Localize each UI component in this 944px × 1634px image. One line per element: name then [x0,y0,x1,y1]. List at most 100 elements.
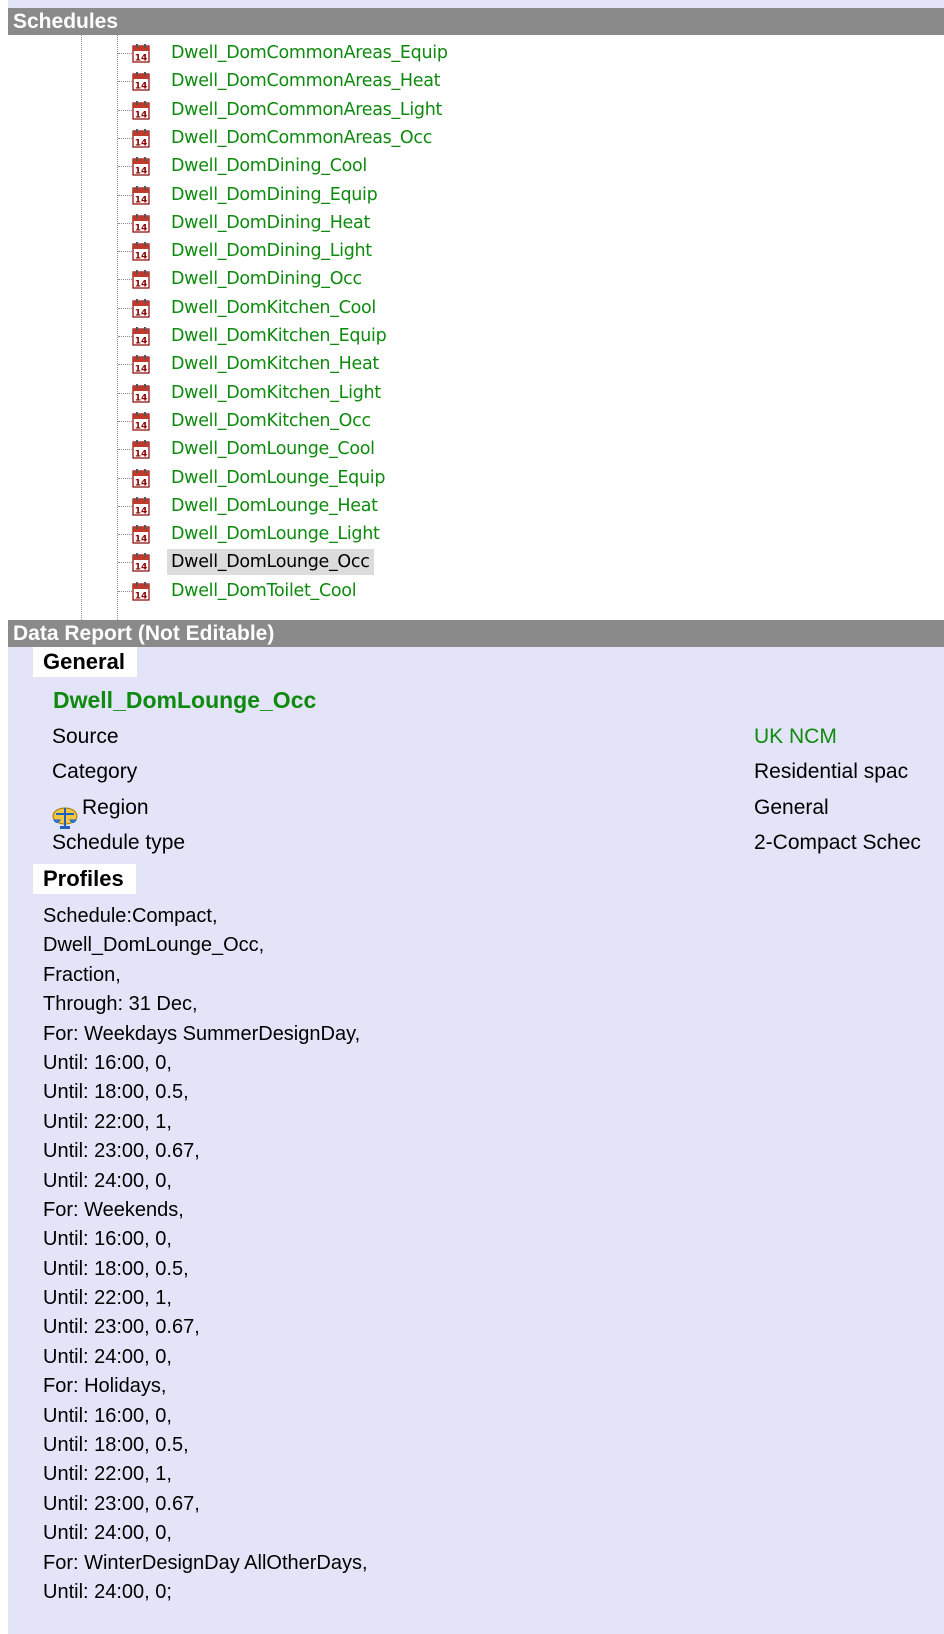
profile-line: Until: 24:00, 0, [43,1522,172,1545]
source-value[interactable]: UK NCM [754,725,837,749]
tree-item[interactable]: 14 Dwell_DomKitchen_Occ [8,407,944,436]
svg-text:14: 14 [135,167,148,177]
tree-connector [118,166,132,168]
schedules-tree[interactable]: 14 Dwell_DomCommonAreas_Equip 14 Dwell_DomC… [8,35,944,620]
tree-item[interactable]: 14 Dwell_DomCommonAreas_Equip [8,39,944,68]
tree-item[interactable]: 14 Dwell_DomLounge_Light [8,520,944,549]
calendar-14-icon: 14 [132,327,150,346]
tree-connector [118,534,132,536]
profile-line: Through: 31 Dec, [43,993,198,1016]
tree-connector [118,562,132,564]
region-scale-icon [52,807,78,829]
profile-line: For: Weekdays SummerDesignDay, [43,1022,361,1045]
calendar-14-icon: 14 [132,242,150,261]
tree-item-label[interactable]: Dwell_DomDining_Light [167,238,376,264]
region-label: Region [82,796,149,819]
profiles-section-heading: Profiles [33,864,136,894]
svg-text:14: 14 [135,506,148,516]
svg-text:14: 14 [135,450,148,460]
tree-item-label[interactable]: Dwell_DomDining_Heat [167,210,374,236]
calendar-14-icon: 14 [132,298,150,318]
category-label: Category [52,760,138,783]
tree-item[interactable]: 14 Dwell_DomLounge_Equip [8,464,944,493]
tree-item[interactable]: 14 Dwell_DomLounge_Heat [8,492,944,521]
svg-text:14: 14 [135,223,148,233]
svg-text:14: 14 [135,365,148,375]
tree-item[interactable]: 14 Dwell_DomCommonAreas_Occ [8,124,944,153]
tree-item[interactable]: 14 Dwell_DomDining_Heat [8,209,944,238]
tree-item[interactable]: 14 Dwell_DomLounge_Occ [8,548,944,577]
tree-connector [118,420,132,422]
tree-item-label[interactable]: Dwell_DomCommonAreas_Light [167,97,446,123]
tree-connector [118,194,132,196]
calendar-14-icon: 14 [132,213,150,233]
calendar-14-icon: 14 [132,100,150,120]
profile-line: Until: 18:00, 0.5, [43,1257,189,1280]
tree-item-label[interactable]: Dwell_DomLounge_Cool [167,436,379,462]
calendar-14-icon: 14 [132,383,150,403]
tree-item-label[interactable]: Dwell_DomCommonAreas_Occ [167,125,436,151]
source-label: Source [52,725,119,748]
tree-item[interactable]: 14 Dwell_DomCommonAreas_Light [8,96,944,125]
tree-item[interactable]: 14 Dwell_DomDining_Equip [8,181,944,210]
tree-item[interactable]: 14 Dwell_DomDining_Cool [8,152,944,181]
tree-item[interactable]: 14 Dwell_DomCommonAreas_Heat [8,67,944,96]
svg-text:14: 14 [135,337,148,347]
calendar-14-icon: 14 [132,128,150,148]
profile-line: For: Holidays, [43,1375,167,1398]
profile-line: Until: 24:00, 0, [43,1169,172,1192]
svg-text:14: 14 [135,195,148,205]
tree-item-label[interactable]: Dwell_DomDining_Occ [167,266,366,292]
profile-line: Until: 16:00, 0, [43,1228,172,1251]
svg-text:14: 14 [135,421,148,431]
tree-item[interactable]: 14 Dwell_DomToilet_Cool [8,577,944,606]
profile-line: For: WinterDesignDay AllOtherDays, [43,1551,368,1574]
general-section-heading: General [33,647,137,677]
svg-text:14: 14 [135,138,148,148]
tree-connector [118,505,132,507]
calendar-14-icon: 14 [132,270,150,289]
data-report-panel: General Dwell_DomLounge_Occ Source UK NC… [8,647,944,1634]
tree-connector [118,590,132,592]
tree-item-label[interactable]: Dwell_DomToilet_Cool [167,578,360,604]
schedules-panel-header: Schedules [8,8,944,35]
tree-item-label[interactable]: Dwell_DomLounge_Light [167,521,384,547]
tree-item-label[interactable]: Dwell_DomCommonAreas_Equip [167,40,452,66]
tree-item-label[interactable]: Dwell_DomLounge_Heat [167,493,382,519]
profile-line: Until: 24:00, 0, [43,1345,172,1368]
calendar-14-icon: 14 [132,581,150,601]
calendar-14-icon: 14 [132,496,150,516]
tree-connector [118,477,132,479]
tree-connector [118,109,132,111]
svg-text:14: 14 [135,478,148,488]
tree-item[interactable]: 14 Dwell_DomKitchen_Equip [8,322,944,351]
tree-connector [118,449,132,451]
calendar-14-icon: 14 [132,44,150,63]
tree-item[interactable]: 14 Dwell_DomLounge_Cool [8,435,944,464]
tree-item[interactable]: 14 Dwell_DomDining_Occ [8,265,944,294]
calendar-14-icon: 14 [132,355,150,374]
tree-item-label[interactable]: Dwell_DomKitchen_Light [167,380,385,406]
tree-connector [118,81,132,83]
left-edge [0,0,8,1634]
category-value: Residential spac [754,760,909,783]
tree-item[interactable]: 14 Dwell_DomKitchen_Cool [8,294,944,323]
tree-item-label[interactable]: Dwell_DomKitchen_Equip [167,323,390,349]
tree-item-label[interactable]: Dwell_DomKitchen_Occ [167,408,375,434]
profile-line: Until: 23:00, 0.67, [43,1140,200,1163]
tree-item-label[interactable]: Dwell_DomLounge_Occ [167,549,374,576]
tree-item[interactable]: 14 Dwell_DomKitchen_Heat [8,350,944,379]
tree-item-label[interactable]: Dwell_DomDining_Equip [167,182,381,208]
tree-connector [118,53,132,54]
profile-line: For: Weekends, [43,1198,184,1221]
schedule-type-label: Schedule type [52,831,186,854]
tree-item-label[interactable]: Dwell_DomCommonAreas_Heat [167,68,444,94]
tree-item[interactable]: 14 Dwell_DomDining_Light [8,237,944,266]
data-report-header: Data Report (Not Editable) [8,620,944,647]
tree-item-label[interactable]: Dwell_DomKitchen_Cool [167,295,380,321]
tree-item-label[interactable]: Dwell_DomDining_Cool [167,153,371,179]
tree-item-label[interactable]: Dwell_DomLounge_Equip [167,465,389,491]
tree-connector [118,279,132,281]
tree-item[interactable]: 14 Dwell_DomKitchen_Light [8,379,944,408]
tree-item-label[interactable]: Dwell_DomKitchen_Heat [167,351,383,377]
